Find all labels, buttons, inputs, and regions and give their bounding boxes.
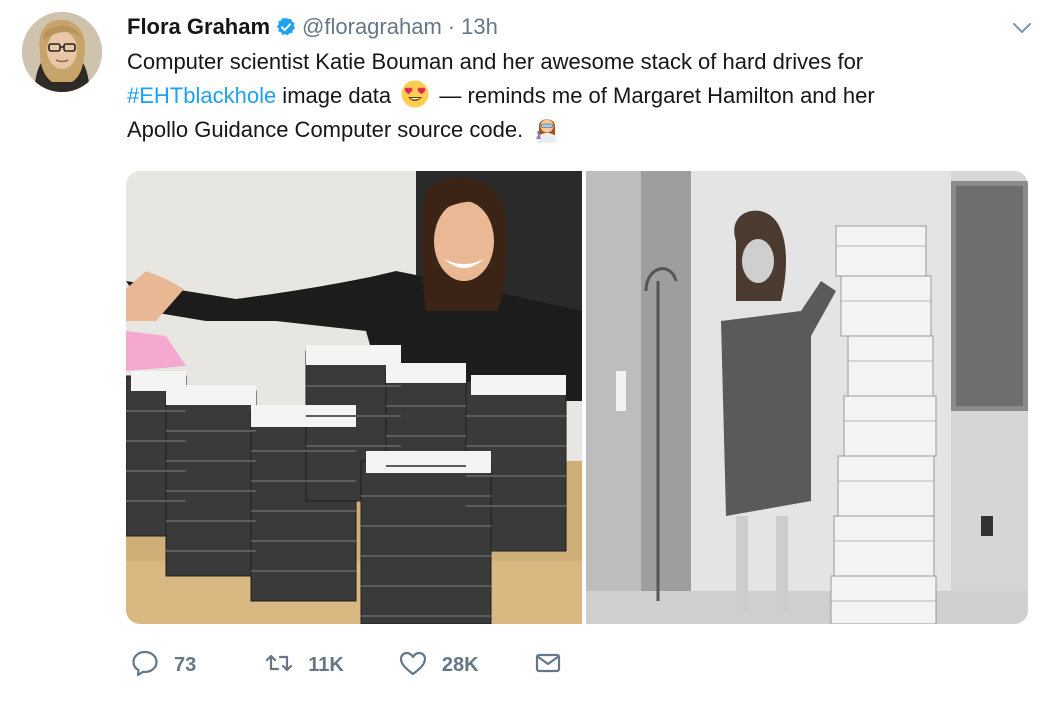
direct-message-icon	[533, 648, 563, 683]
media-grid[interactable]	[126, 171, 1028, 624]
direct-message-button[interactable]	[533, 648, 563, 683]
avatar[interactable]	[22, 12, 102, 92]
like-icon	[398, 648, 428, 683]
woman-scientist-emoji-icon	[532, 113, 562, 143]
tweet-actions: 73 11K 28K	[130, 645, 615, 685]
reply-button[interactable]: 73	[130, 648, 196, 683]
like-button[interactable]: 28K	[398, 648, 479, 683]
reply-count: 73	[174, 653, 197, 676]
heart-eyes-emoji-icon	[400, 79, 430, 109]
user-handle[interactable]: @floragraham	[302, 14, 442, 40]
chevron-down-icon[interactable]	[1010, 16, 1034, 40]
tweet-text-line-3: Apollo Guidance Computer source code.	[127, 117, 524, 142]
tweet-text-segment: image data	[276, 83, 392, 108]
verified-badge-icon	[275, 16, 297, 38]
retweet-count: 11K	[308, 653, 344, 676]
reply-icon	[130, 648, 160, 683]
tweet-text-segment-2: — reminds me of Margaret Hamilton and he…	[433, 83, 875, 108]
retweet-icon	[264, 648, 294, 683]
timestamp[interactable]: 13h	[461, 14, 498, 40]
like-count: 28K	[441, 653, 479, 676]
tweet-text: Computer scientist Katie Bouman and her …	[127, 45, 1027, 147]
separator-dot: ·	[447, 14, 456, 39]
hashtag-link[interactable]: #EHTblackhole	[127, 83, 276, 108]
tweet: Flora Graham @floragraham · 13h Computer…	[0, 0, 1054, 702]
retweet-button[interactable]: 11K	[264, 648, 344, 683]
tweet-header: Flora Graham @floragraham · 13h	[127, 12, 498, 42]
display-name[interactable]: Flora Graham	[127, 14, 270, 40]
photo-katie-bouman[interactable]	[126, 171, 582, 624]
photo-margaret-hamilton[interactable]	[586, 171, 1028, 624]
tweet-text-line-1: Computer scientist Katie Bouman and her …	[127, 49, 864, 74]
